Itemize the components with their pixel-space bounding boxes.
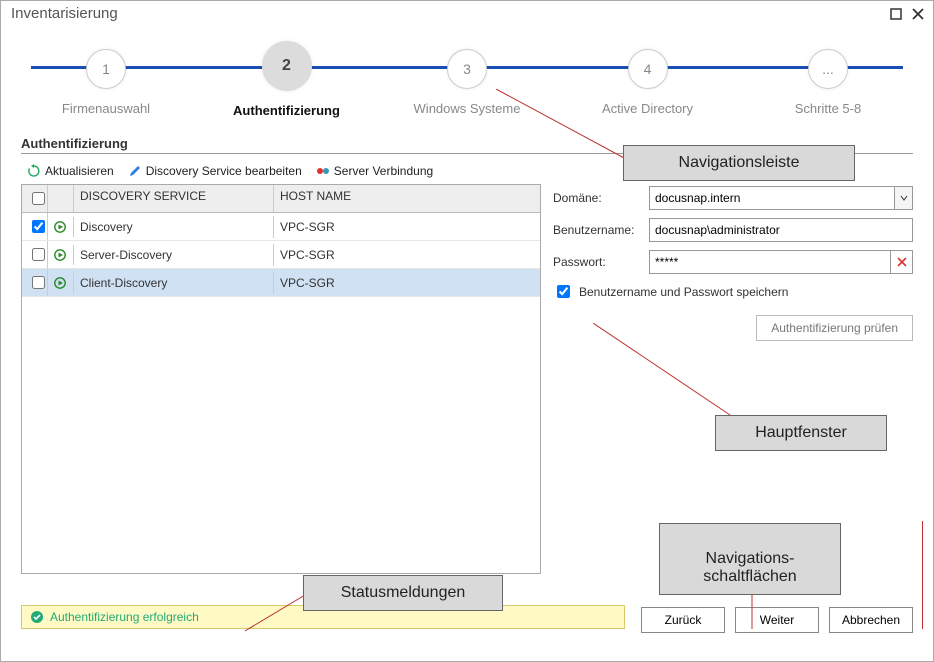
step-1[interactable]: 1 Firmenauswahl [31, 49, 181, 116]
row-service-name: Discovery [74, 216, 274, 238]
toolbar-connection-label: Server Verbindung [334, 164, 433, 178]
row-checkbox[interactable] [32, 248, 45, 261]
toolbar-edit[interactable]: Discovery Service bearbeiten [128, 164, 302, 178]
step-circle: 1 [86, 49, 126, 89]
toolbar-refresh-label: Aktualisieren [45, 164, 114, 178]
step-circle: 2 [262, 41, 312, 91]
step-label: Authentifizierung [233, 103, 340, 118]
step-label: Firmenauswahl [62, 101, 150, 116]
chevron-down-icon [900, 194, 908, 202]
step-circle: 4 [628, 49, 668, 89]
table-row[interactable]: DiscoveryVPC-SGR [22, 213, 540, 241]
step-2[interactable]: 2Authentifizierung [212, 46, 362, 118]
row-status-icon-cell [48, 245, 74, 265]
callout-line [593, 323, 753, 427]
callout-nav-buttons: Navigations- schaltflächen [659, 523, 841, 595]
table-row[interactable]: Server-DiscoveryVPC-SGR [22, 241, 540, 269]
row-host-name: VPC-SGR [274, 244, 540, 266]
password-label: Passwort: [553, 255, 649, 269]
row-checkbox-cell [22, 269, 48, 296]
save-credentials-label: Benutzername und Passwort speichern [579, 285, 788, 299]
wizard-nav-buttons: Zurück Weiter Abbrechen [641, 607, 913, 633]
check-auth-button[interactable]: Authentifizierung prüfen [756, 315, 913, 341]
table-body: DiscoveryVPC-SGRServer-DiscoveryVPC-SGRC… [22, 213, 540, 573]
row-service-name: Server-Discovery [74, 244, 274, 266]
username-input[interactable] [649, 218, 913, 242]
callout-line [496, 89, 636, 179]
row-status-icon-cell [48, 217, 74, 237]
callout-status: Statusmeldungen [303, 575, 503, 611]
discovery-table: DISCOVERY SERVICE HOST NAME DiscoveryVPC… [21, 184, 541, 574]
step-circle: ... [808, 49, 848, 89]
callout-main-window: Hauptfenster [715, 415, 887, 451]
password-input[interactable] [649, 250, 891, 274]
header-checkbox-cell [22, 185, 48, 212]
refresh-icon [27, 164, 41, 178]
row-checkbox[interactable] [32, 276, 45, 289]
pencil-icon [128, 164, 142, 178]
x-icon [897, 257, 907, 267]
domain-dropdown-button[interactable] [895, 186, 913, 210]
row-checkbox[interactable] [32, 220, 45, 233]
header-icon-cell [48, 185, 74, 212]
next-button[interactable]: Weiter [735, 607, 819, 633]
callout-line [922, 521, 923, 629]
select-all-checkbox[interactable] [32, 192, 45, 205]
play-icon [54, 249, 66, 261]
titlebar: Inventarisierung [1, 1, 933, 28]
header-host[interactable]: HOST NAME [274, 185, 540, 212]
toolbar-refresh[interactable]: Aktualisieren [27, 164, 114, 178]
domain-input[interactable] [649, 186, 895, 210]
save-credentials-checkbox[interactable] [557, 285, 570, 298]
callout-nav-bar: Navigationsleiste [623, 145, 855, 181]
success-icon [30, 610, 44, 624]
maximize-icon[interactable] [889, 7, 903, 21]
toolbar-edit-label: Discovery Service bearbeiten [146, 164, 302, 178]
step-label: Schritte 5-8 [795, 101, 861, 116]
table-row[interactable]: Client-DiscoveryVPC-SGR [22, 269, 540, 297]
server-connection-icon [316, 164, 330, 178]
step-5[interactable]: ... Schritte 5-8 [753, 49, 903, 116]
cancel-button[interactable]: Abbrechen [829, 607, 913, 633]
row-checkbox-cell [22, 213, 48, 240]
row-host-name: VPC-SGR [274, 216, 540, 238]
row-checkbox-cell [22, 241, 48, 268]
window-title: Inventarisierung [11, 5, 118, 22]
back-button[interactable]: Zurück [641, 607, 725, 633]
table-header: DISCOVERY SERVICE HOST NAME [22, 185, 540, 213]
row-host-name: VPC-SGR [274, 272, 540, 294]
play-icon [54, 277, 66, 289]
username-label: Benutzername: [553, 223, 649, 237]
play-icon [54, 221, 66, 233]
domain-label: Domäne: [553, 191, 649, 205]
status-text: Authentifizierung erfolgreich [50, 610, 199, 624]
row-service-name: Client-Discovery [74, 272, 274, 294]
step-circle: 3 [447, 49, 487, 89]
toolbar-connection[interactable]: Server Verbindung [316, 164, 433, 178]
row-status-icon-cell [48, 273, 74, 293]
close-icon[interactable] [911, 7, 925, 21]
password-clear-button[interactable] [891, 250, 913, 274]
header-service[interactable]: DISCOVERY SERVICE [74, 185, 274, 212]
app-window: Inventarisierung 1Firmenauswahl2Authenti… [0, 0, 934, 662]
stepper: 1Firmenauswahl2Authentifizierung3Windows… [31, 46, 903, 126]
